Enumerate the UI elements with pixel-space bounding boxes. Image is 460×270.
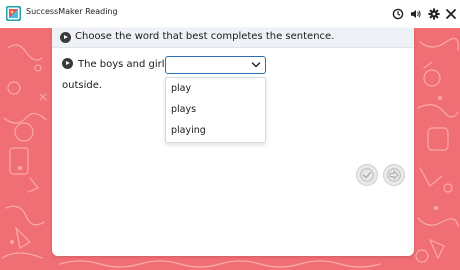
next-button[interactable]	[383, 164, 405, 186]
app-title: SuccessMaker Reading	[26, 7, 118, 16]
chevron-down-icon	[251, 62, 261, 68]
sentence-end: outside.	[62, 80, 103, 91]
speaker-icon[interactable]	[410, 8, 422, 20]
question-prompt: Choose the word that best completes the …	[75, 31, 335, 42]
play-audio-sentence-button[interactable]	[62, 58, 73, 69]
dropdown-option-plays[interactable]: plays	[171, 104, 196, 115]
title-bar: SuccessMaker Reading	[0, 0, 460, 28]
prompt-bar: Choose the word that best completes the …	[52, 28, 414, 48]
dropdown-option-play[interactable]: play	[171, 83, 191, 94]
dropdown-options-list: play plays playing	[165, 77, 266, 143]
next-arrow-icon	[387, 168, 401, 182]
dropdown-option-playing[interactable]: playing	[171, 125, 206, 136]
answer-dropdown[interactable]	[165, 56, 266, 74]
app-logo-icon	[6, 6, 21, 21]
timer-icon[interactable]	[392, 8, 404, 20]
check-icon	[360, 168, 374, 182]
question-card: Choose the word that best completes the …	[52, 28, 414, 256]
close-icon[interactable]	[445, 8, 457, 20]
play-audio-prompt-button[interactable]	[60, 32, 71, 43]
gear-icon[interactable]	[428, 8, 440, 20]
sentence-start: The boys and girls	[78, 59, 170, 70]
submit-check-button[interactable]	[356, 164, 378, 186]
